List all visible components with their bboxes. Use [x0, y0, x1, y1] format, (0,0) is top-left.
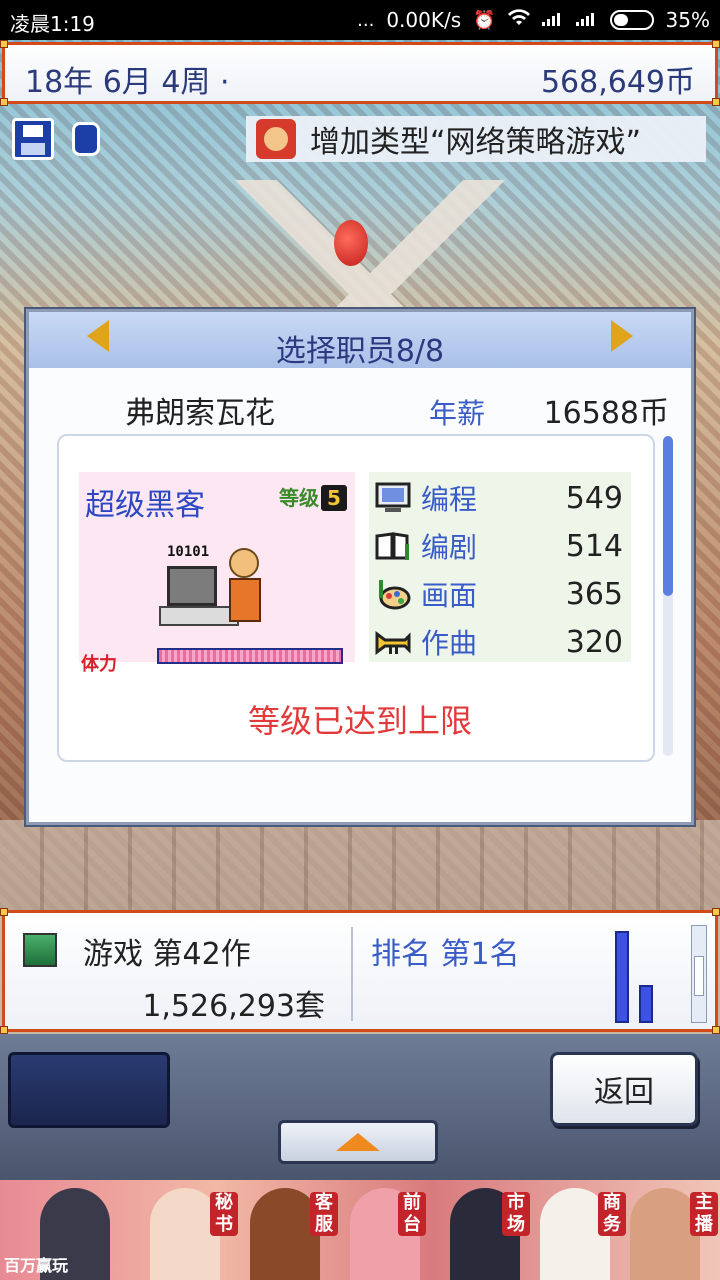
signal-icon-2 — [575, 10, 598, 31]
corner-ornament — [712, 98, 720, 106]
skill-row-graphics: 画面 365 — [373, 572, 629, 616]
detail-scroll-thumb[interactable] — [663, 436, 673, 596]
skill-name: 编剧 — [421, 531, 478, 564]
level-badge: 等级 5 — [279, 482, 347, 511]
game-date: 18年 6月 4周 · — [25, 65, 230, 100]
corner-ornament — [0, 908, 8, 916]
info-icon[interactable] — [72, 122, 100, 156]
skill-value: 549 — [565, 480, 623, 516]
money-amount: 568,649币 — [540, 65, 695, 100]
character-body — [229, 578, 261, 622]
corner-ornament — [0, 1026, 8, 1034]
ad-tag: 市场 — [502, 1192, 530, 1236]
desk-icon — [159, 606, 239, 626]
ad-tag: 商务 — [598, 1192, 626, 1236]
stamina-bar — [157, 648, 343, 664]
floor-decoration — [0, 820, 720, 910]
skill-value: 514 — [565, 528, 623, 564]
skill-value: 365 — [565, 576, 623, 612]
wifi-icon — [507, 8, 530, 32]
ad-logo: 百万赢玩 — [4, 1256, 69, 1275]
lantern-icon — [334, 220, 368, 266]
monitor-icon — [167, 566, 217, 606]
corner-ornament — [0, 98, 8, 106]
stamina-fill — [159, 650, 341, 662]
trumpet-icon — [373, 625, 413, 659]
max-level-message: 等级已达到上限 — [247, 702, 472, 740]
more-dots-icon: ... — [357, 9, 375, 31]
alarm-icon: ⏰ — [473, 9, 496, 31]
dialog-title: 选择职员8/8 — [275, 334, 445, 369]
battery-percent: 35% — [665, 8, 710, 32]
skill-row-scenario: 编剧 514 — [373, 524, 629, 568]
ad-tag: 主播 — [690, 1192, 718, 1236]
corner-ornament — [712, 1026, 720, 1034]
expand-menu-button[interactable] — [278, 1120, 438, 1164]
select-staff-dialog: 选择职员8/8 弗朗索瓦花 年薪 16588币 超级黑客 等级 5 10101 体… — [26, 309, 694, 825]
status-bar: 凌晨1:19 ... 0.00K/s ⏰ 35% — [0, 0, 720, 40]
ad-tag: 客服 — [310, 1192, 338, 1236]
job-title: 超级黑客 — [85, 488, 205, 523]
next-arrow-icon[interactable] — [611, 320, 633, 352]
skill-name: 编程 — [421, 483, 478, 516]
corner-ornament — [712, 40, 720, 48]
game-cartridge-icon — [23, 933, 57, 967]
skill-row-music: 作曲 320 — [373, 620, 629, 664]
salary-value: 16588币 — [543, 396, 669, 431]
ranking-bar — [615, 931, 629, 1023]
book-icon — [373, 529, 413, 563]
salary-label: 年薪 — [429, 397, 486, 430]
back-button[interactable]: 返回 — [550, 1052, 698, 1126]
bottom-panel: 返回 — [0, 1034, 720, 1180]
sales-count: 1,526,293套 — [142, 989, 325, 1024]
level-number: 5 — [321, 485, 347, 511]
network-speed: 0.00K/s — [386, 8, 462, 32]
info-scrollbar[interactable] — [691, 925, 707, 1023]
notice-text: 增加类型“网络策略游戏” — [310, 125, 642, 160]
skill-row-programming: 编程 549 — [373, 476, 629, 520]
top-info-bar: 18年 6月 4周 · 568,649币 — [0, 40, 720, 106]
divider — [351, 927, 353, 1021]
level-label: 等级 — [279, 486, 319, 510]
skill-name: 画面 — [421, 579, 478, 612]
ad-tag: 前台 — [398, 1192, 426, 1236]
ad-tag: 秘书 — [210, 1192, 238, 1236]
corner-ornament — [712, 908, 720, 916]
game-count-label: 游戏 第42作 — [83, 937, 251, 972]
skill-name: 作曲 — [421, 627, 478, 660]
bottom-info-bar: 游戏 第42作 1,526,293套 排名 第1名 — [0, 908, 720, 1034]
status-right: ... 0.00K/s ⏰ 35% — [357, 8, 710, 32]
staff-face-icon — [256, 119, 296, 159]
employee-name: 弗朗索瓦花 — [125, 396, 275, 431]
save-icon[interactable] — [12, 118, 54, 160]
stamina-label: 体力 — [81, 654, 117, 675]
ranking-chart — [613, 927, 673, 1023]
hacker-sprite — [159, 540, 275, 636]
notice-banner[interactable]: 增加类型“网络策略游戏” — [246, 116, 706, 162]
battery-icon — [609, 10, 654, 30]
signal-icon-1 — [541, 10, 564, 31]
info-scroll-thumb[interactable] — [694, 956, 704, 996]
up-arrow-icon — [336, 1133, 380, 1151]
menu-slot[interactable] — [8, 1052, 170, 1128]
ranking-bar — [639, 985, 653, 1023]
computer-icon — [373, 481, 413, 515]
skill-value: 320 — [565, 624, 623, 660]
palette-icon — [373, 577, 413, 611]
character-head — [229, 548, 259, 578]
corner-ornament — [0, 40, 8, 48]
ad-banner[interactable]: 秘书 客服 前台 市场 商务 主播 百万赢玩 — [0, 1180, 720, 1280]
status-time: 凌晨1:19 — [10, 12, 95, 36]
dialog-header: 选择职员8/8 — [29, 312, 691, 369]
ranking-label: 排名 第1名 — [371, 937, 520, 972]
